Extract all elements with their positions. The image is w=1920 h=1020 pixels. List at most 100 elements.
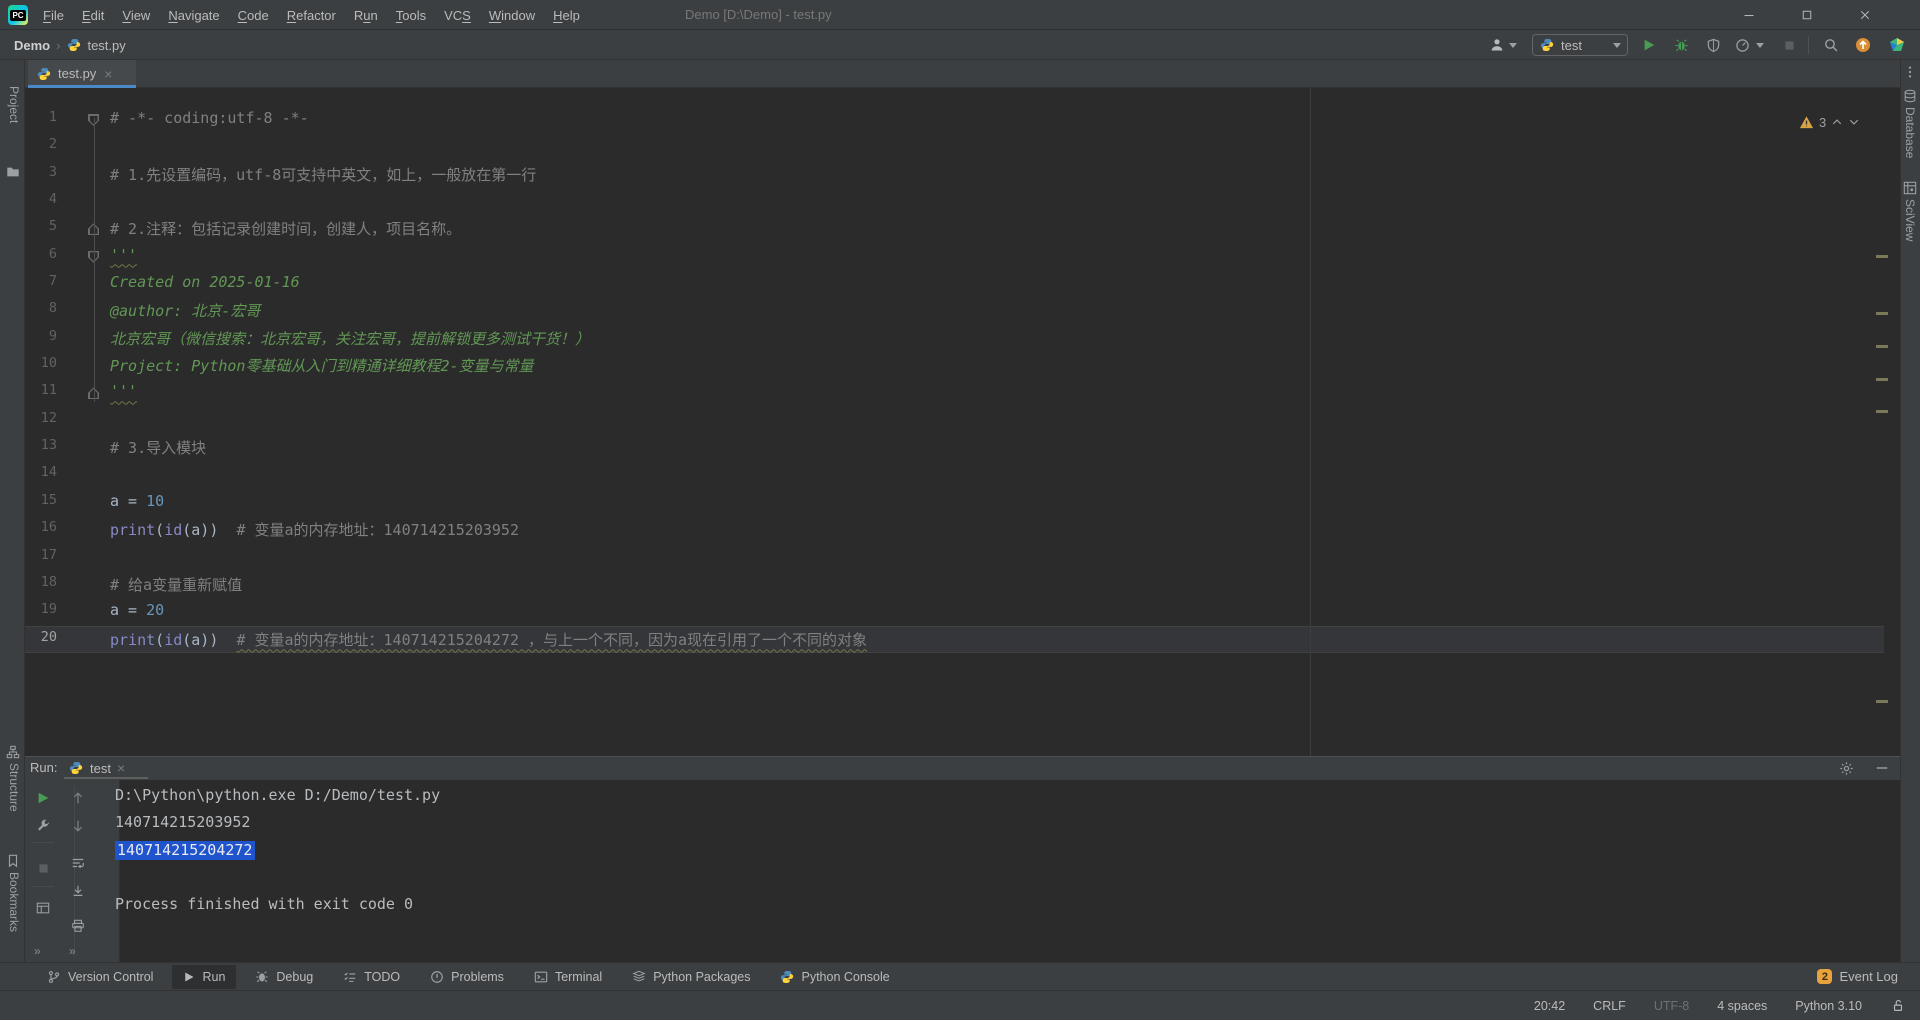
run-tab-close-icon[interactable]: × [117, 760, 125, 776]
line-number[interactable]: 3 [25, 164, 57, 180]
prev-warning-icon[interactable] [1831, 116, 1843, 128]
line-number[interactable]: 17 [25, 547, 57, 563]
console-line[interactable]: D:\Python\python.exe D:/Demo/test.py [115, 782, 1815, 809]
error-stripe-mark[interactable] [1876, 410, 1888, 413]
database-icon[interactable] [1902, 88, 1918, 104]
tool-window-button-terminal[interactable]: Terminal [523, 965, 613, 989]
code-line[interactable]: 9北京宏哥（微信搜索：北京宏哥，关注宏哥，提前解锁更多测试干货！） [25, 325, 1900, 352]
code-line[interactable]: 15a = 10 [25, 489, 1900, 516]
code-line[interactable]: 20print(id(a)) # 变量a的内存地址：14071421520427… [25, 626, 1884, 653]
tab-options-icon[interactable] [1903, 64, 1917, 80]
line-number[interactable]: 14 [25, 464, 57, 480]
sciview-icon[interactable] [1902, 180, 1918, 196]
code-line[interactable]: 7Created on 2025-01-16 [25, 270, 1900, 297]
code-line[interactable]: 11''' [25, 379, 1900, 406]
tool-strip-structure[interactable]: Structure [7, 763, 21, 812]
menu-item-tools[interactable]: Tools [387, 8, 435, 23]
code-line[interactable]: 16print(id(a)) # 变量a的内存地址：14071421520395… [25, 516, 1900, 543]
breadcrumb-project[interactable]: Demo [14, 38, 50, 53]
menu-item-file[interactable]: File [34, 8, 73, 23]
tool-strip-bookmarks[interactable]: Bookmarks [7, 872, 21, 932]
menu-item-run[interactable]: Run [345, 8, 387, 23]
window-minimize-button[interactable] [1726, 0, 1772, 30]
tool-window-button-problems[interactable]: Problems [419, 965, 515, 989]
line-number[interactable]: 12 [25, 410, 57, 426]
warning-count[interactable]: 3 [1819, 115, 1826, 130]
update-available-icon[interactable] [1852, 34, 1874, 56]
rerun-button[interactable] [33, 788, 53, 808]
line-number[interactable]: 19 [25, 601, 57, 617]
structure-icon[interactable] [5, 744, 21, 760]
file-encoding[interactable]: UTF-8 [1654, 999, 1689, 1013]
down-stack-trace-icon[interactable] [68, 816, 88, 836]
next-warning-icon[interactable] [1848, 116, 1860, 128]
tool-window-button-python-packages[interactable]: Python Packages [621, 965, 761, 989]
line-number[interactable]: 9 [25, 328, 57, 344]
editor-tab-testpy[interactable]: test.py × [28, 60, 136, 87]
error-stripe-mark[interactable] [1876, 255, 1888, 258]
caret-position[interactable]: 20:42 [1534, 999, 1565, 1013]
code-line[interactable]: 12 [25, 407, 1900, 434]
code-line[interactable]: 18# 给a变量重新赋值 [25, 571, 1900, 598]
run-button[interactable] [1638, 34, 1660, 56]
menu-item-help[interactable]: Help [544, 8, 589, 23]
error-stripe-mark[interactable] [1876, 345, 1888, 348]
more-actions-chevrons[interactable]: » [69, 944, 78, 958]
inspection-widget[interactable]: 3 [1798, 112, 1860, 132]
code-view[interactable]: 1# -*- coding:utf-8 -*-23# 1.先设置编码，utf-8… [25, 88, 1900, 756]
menu-item-window[interactable]: Window [480, 8, 544, 23]
ide-gem-icon[interactable] [1886, 34, 1908, 56]
line-number[interactable]: 4 [25, 191, 57, 207]
more-actions-chevrons[interactable]: » [34, 944, 43, 958]
error-stripe-mark[interactable] [1876, 312, 1888, 315]
run-configuration-select[interactable]: test [1532, 34, 1628, 56]
menu-item-code[interactable]: Code [229, 8, 278, 23]
profile-user-icon[interactable] [1486, 34, 1508, 56]
menu-item-navigate[interactable]: Navigate [159, 8, 228, 23]
code-line[interactable]: 6''' [25, 243, 1900, 270]
code-line[interactable]: 13# 3.导入模块 [25, 434, 1900, 461]
profiler-dropdown-icon[interactable] [1756, 43, 1764, 48]
line-number[interactable]: 6 [25, 246, 57, 262]
run-tab-test[interactable]: test × [68, 758, 125, 778]
tool-strip-database[interactable]: Database [1903, 107, 1917, 158]
run-console-output[interactable]: D:\Python\python.exe D:/Demo/test.py 1407… [115, 782, 1815, 918]
code-line[interactable]: 1# -*- coding:utf-8 -*- [25, 106, 1900, 133]
breadcrumb-file[interactable]: test.py [87, 38, 125, 53]
code-line[interactable]: 17 [25, 544, 1900, 571]
code-line[interactable]: 8@author: 北京-宏哥 [25, 297, 1900, 324]
code-line[interactable]: 5# 2.注释：包括记录创建时间，创建人，项目名称。 [25, 215, 1900, 242]
tool-strip-project[interactable]: Project [7, 86, 21, 123]
console-line[interactable] [115, 864, 1815, 891]
console-line[interactable]: Process finished with exit code 0 [115, 891, 1815, 918]
tool-window-button-todo[interactable]: TODO [332, 965, 411, 989]
line-number[interactable]: 5 [25, 218, 57, 234]
tool-window-button-run[interactable]: Run [172, 965, 236, 989]
menu-item-vcs[interactable]: VCS [435, 8, 480, 23]
line-number[interactable]: 10 [25, 355, 57, 371]
error-stripe-mark[interactable] [1876, 700, 1888, 703]
code-line[interactable]: 19a = 20 [25, 598, 1900, 625]
event-log-button[interactable]: 2 Event Log [1817, 969, 1898, 984]
restore-layout-icon[interactable] [33, 898, 53, 918]
profiler-button[interactable] [1731, 34, 1753, 56]
unlock-icon[interactable] [1890, 998, 1906, 1014]
python-interpreter[interactable]: Python 3.10 [1795, 999, 1862, 1013]
hide-panel-icon[interactable] [1872, 758, 1892, 778]
indent-setting[interactable]: 4 spaces [1717, 999, 1767, 1013]
line-number[interactable]: 20 [25, 629, 57, 645]
tool-strip-sciview[interactable]: SciView [1903, 199, 1917, 241]
line-number[interactable]: 15 [25, 492, 57, 508]
edit-configuration-wrench-icon[interactable] [33, 816, 53, 836]
scroll-to-end-icon[interactable] [68, 881, 88, 901]
tab-close-icon[interactable]: × [104, 66, 112, 82]
menu-item-view[interactable]: View [113, 8, 159, 23]
soft-wrap-icon[interactable] [68, 853, 88, 873]
menu-item-edit[interactable]: Edit [73, 8, 113, 23]
up-stack-trace-icon[interactable] [68, 788, 88, 808]
menu-item-refactor[interactable]: Refactor [278, 8, 345, 23]
console-line[interactable]: 140714215204272 [115, 837, 1815, 864]
code-line[interactable]: 10Project: Python零基础从入门到精通详细教程2-变量与常量 [25, 352, 1900, 379]
line-number[interactable]: 2 [25, 136, 57, 152]
code-line[interactable]: 14 [25, 461, 1900, 488]
